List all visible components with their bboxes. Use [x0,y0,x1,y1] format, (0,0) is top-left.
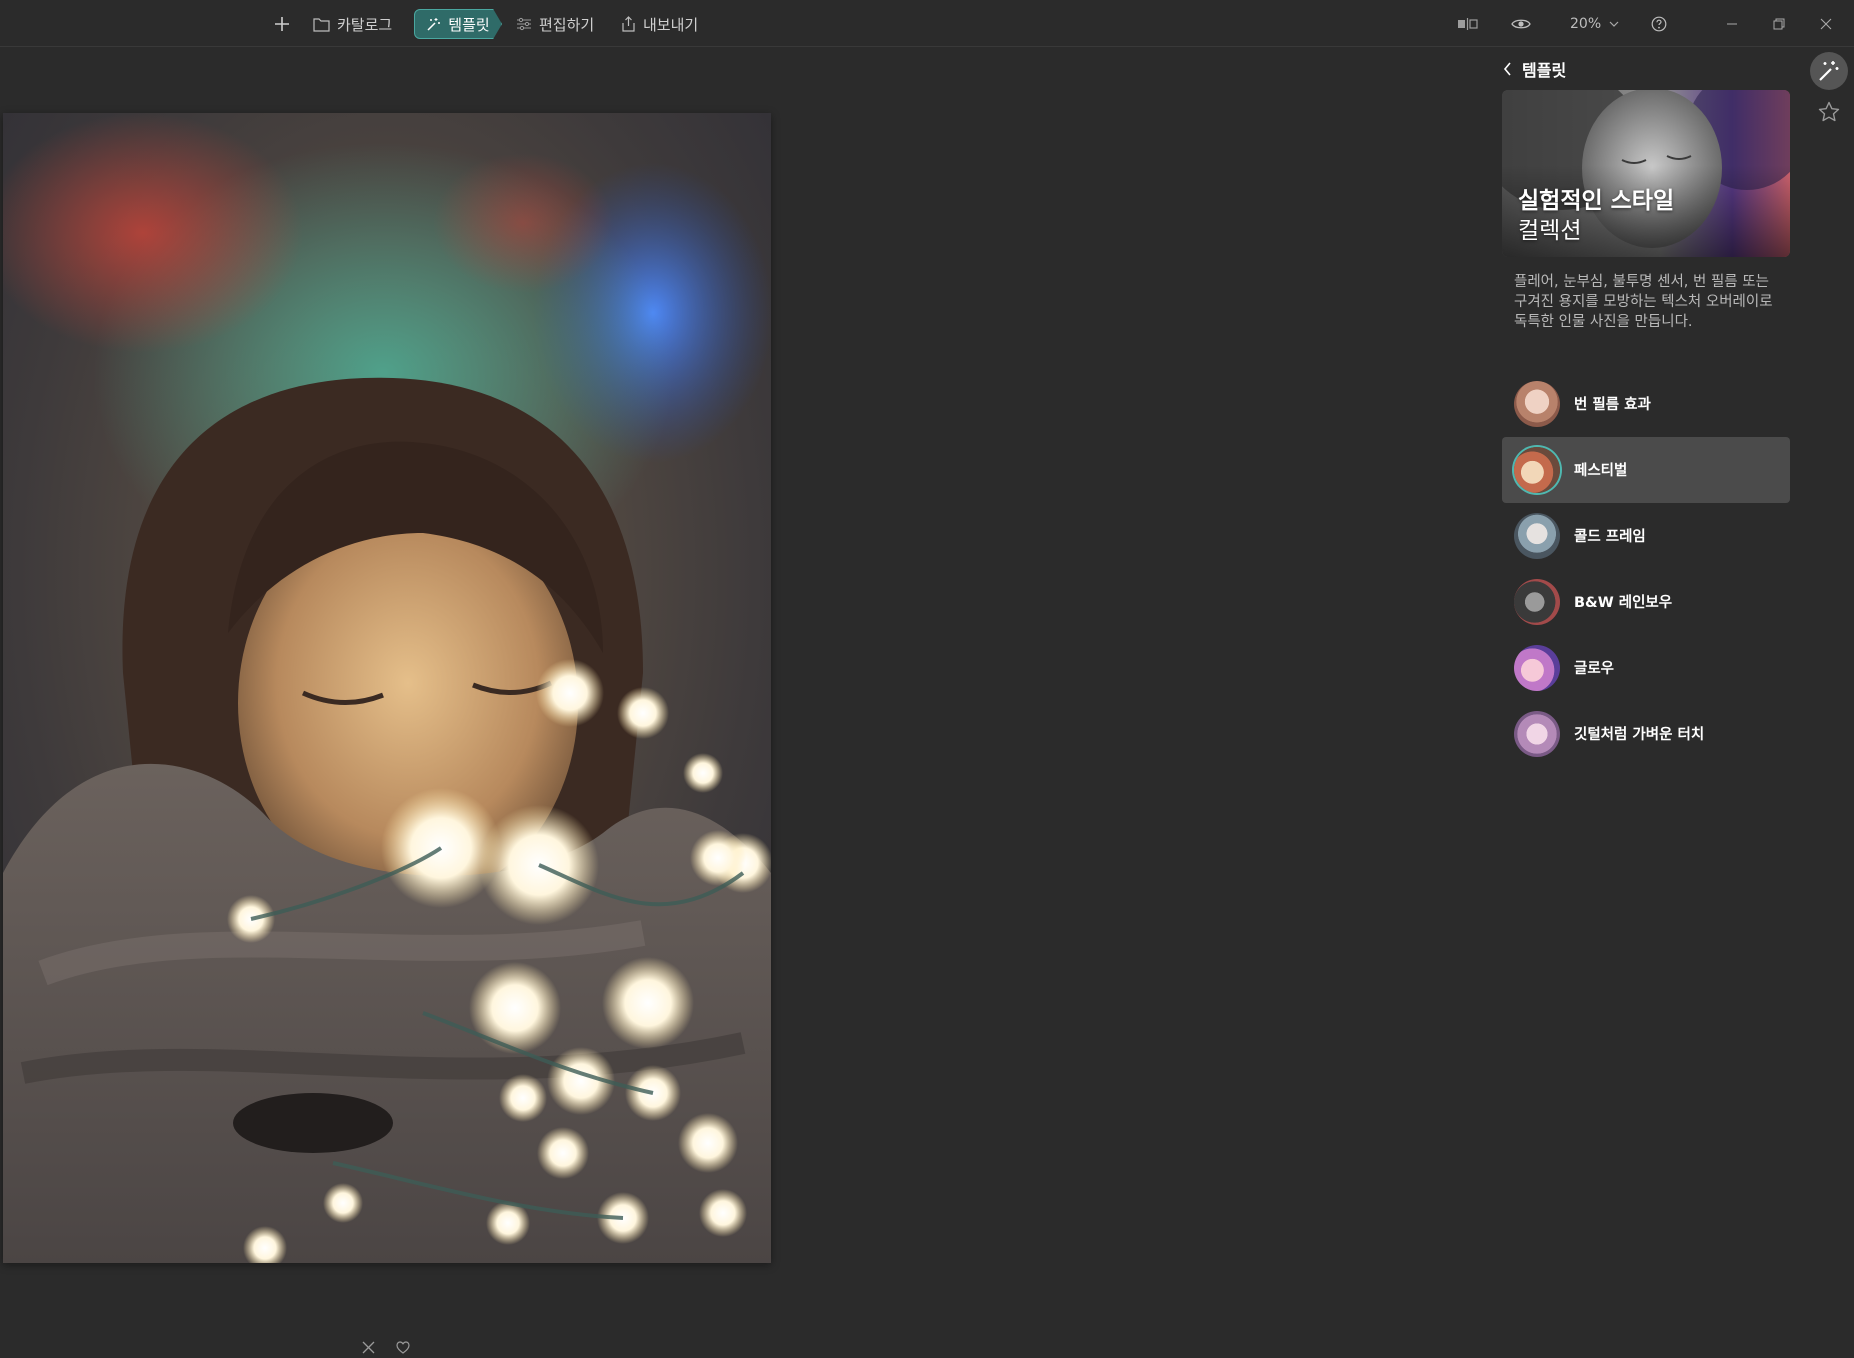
sliders-icon [517,17,531,31]
tab-export[interactable]: 내보내기 [621,10,698,38]
zoom-dropdown[interactable]: 20% [1570,10,1619,38]
template-label: B&W 레인보우 [1574,595,1673,611]
help-icon [1651,16,1667,32]
magic-wand-icon [1819,61,1839,81]
plus-icon [275,17,289,31]
tab-templates-label: 템플릿 [448,15,490,34]
hero-title-line1: 실험적인 스타일 [1518,188,1675,214]
template-label: 글로우 [1574,661,1615,677]
tab-templates[interactable]: 템플릿 [414,9,502,39]
tab-edit-label: 편집하기 [539,15,595,34]
star-icon [1818,101,1840,122]
template-label: 깃털처럼 가벼운 터치 [1574,727,1705,743]
template-label: 번 필름 효과 [1574,397,1651,413]
template-label: 페스티벌 [1574,463,1628,479]
hero-title: 실험적인 스타일 컬렉션 [1518,186,1674,246]
tab-catalog-label: 카탈로그 [337,15,393,34]
restore-icon [1773,18,1785,30]
folder-icon [313,17,330,32]
template-item-burn-film[interactable]: 번 필름 효과 [1502,371,1790,437]
favorite-button[interactable] [396,1337,410,1357]
restore-button[interactable] [1773,10,1785,38]
top-toolbar: 카탈로그 템플릿 편집하기 내보내기 20% [0,0,1854,47]
share-icon [622,16,635,32]
compare-button[interactable] [1457,10,1479,38]
chevron-down-icon [1609,21,1619,27]
hero-title-line2: 컬렉션 [1518,218,1582,244]
magic-wand-icon [427,17,441,31]
close-icon [1820,18,1832,30]
template-item-bw-rainbow[interactable]: B&W 레인보우 [1502,569,1790,635]
portrait-photo [3,113,771,1263]
template-item-glow[interactable]: 글로우 [1502,635,1790,701]
tab-export-label: 내보내기 [643,15,699,34]
eye-icon [1511,19,1531,29]
zoom-value: 20% [1570,16,1602,32]
template-item-cold-frame[interactable]: 콜드 프레임 [1502,503,1790,569]
reject-button[interactable] [362,1337,375,1357]
template-item-festival[interactable]: 페스티벌 [1502,437,1790,503]
photo-preview[interactable] [3,113,771,1263]
template-list: 번 필름 효과 페스티벌 콜드 프레임 B&W 레인보우 글로우 깃털처럼 가벼… [1502,371,1790,767]
collection-description: 플레어, 눈부심, 불투명 센서, 번 필름 또는 구겨진 용지를 모방하는 텍… [1514,274,1773,330]
minimize-button[interactable] [1726,10,1738,38]
template-thumbnail [1514,711,1560,757]
template-thumbnail [1514,513,1560,559]
chevron-left-icon [1503,62,1511,76]
heart-icon [396,1340,410,1354]
preview-toggle[interactable] [1511,10,1531,38]
close-window-button[interactable] [1820,10,1832,38]
panel-title: 템플릿 [1522,61,1567,80]
template-thumbnail [1514,447,1560,493]
compare-icon [1458,18,1478,30]
add-button[interactable] [268,10,296,38]
template-thumbnail [1514,381,1560,427]
template-item-feather-touch[interactable]: 깃털처럼 가벼운 터치 [1502,701,1790,767]
minimize-icon [1727,23,1737,25]
collection-hero: 실험적인 스타일 컬렉션 [1502,90,1790,257]
favorites-rail-button[interactable] [1815,98,1843,126]
template-thumbnail [1514,645,1560,691]
app-window: 카탈로그 템플릿 편집하기 내보내기 20% 템플릿 실험적인 스타일 컬렉션 … [0,0,1854,1358]
help-button[interactable] [1651,10,1667,38]
template-label: 콜드 프레임 [1574,529,1646,545]
template-thumbnail [1514,579,1560,625]
tab-edit[interactable]: 편집하기 [516,10,594,38]
panel-back-button[interactable]: 템플릿 [1503,56,1566,82]
tab-catalog[interactable]: 카탈로그 [313,10,392,38]
templates-rail-button[interactable] [1810,52,1848,90]
close-icon [362,1341,375,1353]
